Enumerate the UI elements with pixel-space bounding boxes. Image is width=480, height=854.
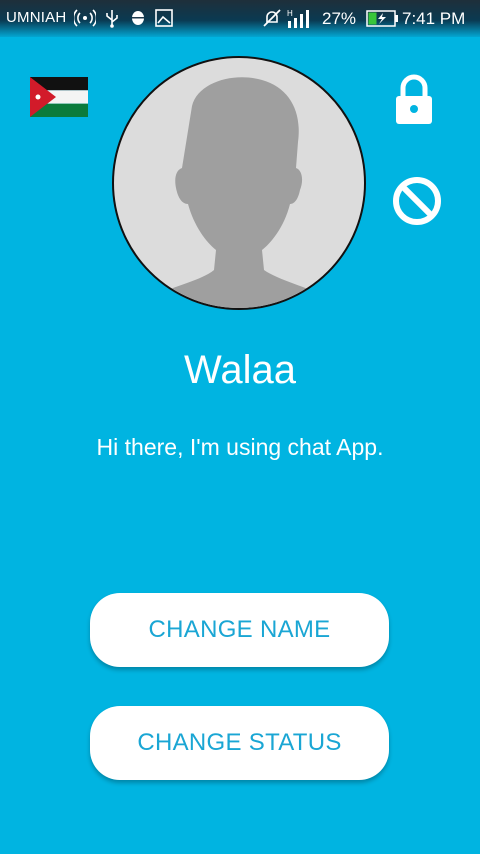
wifi-hotspot-icon <box>72 8 98 33</box>
person-silhouette-icon <box>114 77 364 308</box>
change-name-button[interactable]: CHANGE NAME <box>90 593 389 667</box>
battery-charging-icon <box>366 10 400 32</box>
profile-avatar[interactable] <box>112 56 366 310</box>
status-bar: UMNIAH H 27% 7:41 PM <box>0 0 480 37</box>
usb-icon <box>104 8 120 33</box>
carrier-label: UMNIAH <box>6 9 67 26</box>
lock-icon[interactable] <box>393 74 435 126</box>
battery-percent: 27% <box>322 9 357 28</box>
gallery-icon <box>154 8 174 33</box>
jordan-flag-icon <box>30 77 88 117</box>
profile-name: Walaa <box>184 348 296 392</box>
block-icon[interactable] <box>391 175 443 227</box>
profile-status: Hi there, I'm using chat App. <box>96 434 384 460</box>
clock: 7:41 PM <box>402 9 466 28</box>
android-debug-icon <box>129 8 147 33</box>
mute-icon <box>262 8 282 33</box>
signal-h-icon: H <box>287 8 315 35</box>
svg-text:H: H <box>287 9 293 18</box>
change-status-button[interactable]: CHANGE STATUS <box>90 706 389 780</box>
